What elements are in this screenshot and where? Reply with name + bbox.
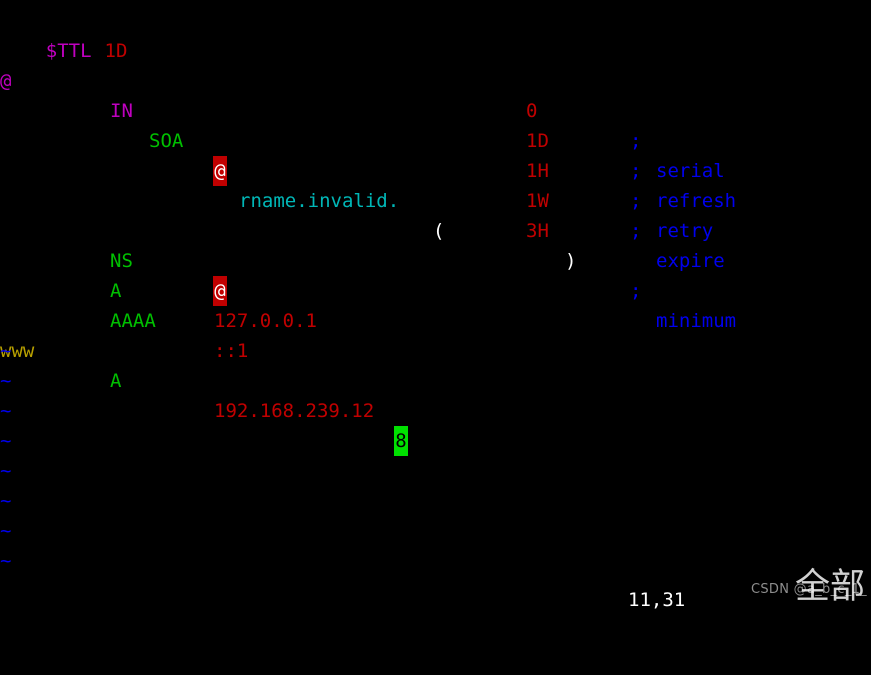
buffer-line-soa-expire: 1W ; expire [0,156,725,272]
cursor-position-ruler: 11,31 [628,589,686,611]
record-value-a: 127.0.0.1 [214,310,317,332]
buffer-line-soa-retry: 1H ; retry [0,126,713,242]
record-value-www-a: 192.168.239.12 [214,400,375,422]
vim-terminal[interactable]: $TTL 1D @ IN SOA @ rname.invalid. ( 0 ; … [0,0,871,615]
buffer-line-soa-refresh: 1D ; refresh [0,96,736,212]
soa-expire-value: 1W [526,190,549,212]
record-type-a: A [110,280,122,302]
record-type-aaaa: AAAA [110,310,156,332]
record-row-www: www A 192.168.239.12 8 [0,306,408,456]
soa-open-paren: ( [433,220,445,242]
record-value-aaaa: ::1 [214,340,249,362]
soa-serial-semicolon: ; [630,130,642,152]
soa-expire-comment: expire [656,250,725,272]
status-line: 11,31 [0,585,871,615]
soa-retry-comment: retry [656,220,714,242]
empty-line-marker: ~ [0,520,12,542]
empty-line-marker: ~ [0,430,12,452]
soa-minimum-semicolon: ; [630,280,642,302]
soa-expire-semicolon: ; [630,220,642,242]
soa-class: IN [110,100,133,122]
buffer-line-soa-minimum: 3H ) ; minimum [0,186,736,332]
soa-retry-value: 1H [526,160,549,182]
soa-serial-value: 0 [526,100,538,122]
soa-minimum-value: 3H [526,220,549,242]
buffer-line-soa: @ IN SOA @ rname.invalid. ( [0,36,444,242]
soa-refresh-value: 1D [526,130,549,152]
empty-line-marker: ~ [0,550,12,572]
soa-serial-comment: serial [656,160,725,182]
cursor-block: 8 [394,426,408,456]
buffer-line-ttl: $TTL 1D [0,6,128,62]
soa-minimum-comment: minimum [656,310,737,332]
record-row-aaaa: AAAA ::1 [0,276,248,362]
record-row-a-localhost: A 127.0.0.1 [0,246,317,332]
empty-line-marker: ~ [0,400,12,422]
empty-line-marker: ~ [0,460,12,482]
record-type-ns: NS [110,250,133,272]
soa-rname: rname.invalid. [239,190,400,212]
buffer-line-soa-serial: 0 ; serial [0,66,725,182]
soa-mname-highlighted: @ [213,156,227,186]
soa-type: SOA [149,130,184,152]
soa-refresh-semicolon: ; [630,160,642,182]
empty-line-marker: ~ [0,370,12,392]
record-type-www-a: A [110,370,122,392]
soa-refresh-comment: refresh [656,190,737,212]
soa-retry-semicolon: ; [630,190,642,212]
ttl-directive: $TTL [45,40,92,62]
empty-line-marker: ~ [0,490,12,512]
ttl-value: 1D [104,40,128,62]
record-value-ns-highlighted: @ [213,276,227,306]
soa-close-paren: ) [565,250,577,272]
empty-line-marker: ~ [0,340,12,362]
record-row-ns: NS @ [0,216,227,306]
